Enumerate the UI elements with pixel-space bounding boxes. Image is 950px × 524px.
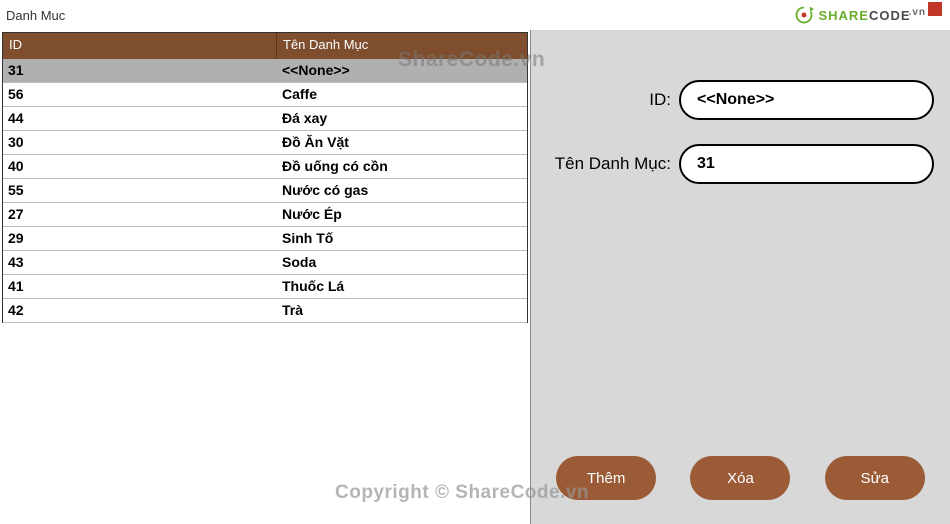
- cell-id: 56: [3, 83, 277, 106]
- logo: SHARECODE.vn: [794, 5, 926, 25]
- cell-name: <<None>>: [277, 59, 527, 82]
- name-label: Tên Danh Mục:: [531, 154, 671, 174]
- cell-id: 43: [3, 251, 277, 274]
- cell-id: 42: [3, 299, 277, 322]
- category-grid[interactable]: ID Tên Danh Mục 31<<None>>56Caffe44Đá xa…: [2, 32, 528, 323]
- cell-id: 29: [3, 227, 277, 250]
- cell-id: 44: [3, 107, 277, 130]
- table-row[interactable]: 56Caffe: [3, 83, 527, 107]
- table-row[interactable]: 40Đồ uống có cồn: [3, 155, 527, 179]
- cell-id: 30: [3, 131, 277, 154]
- edit-button[interactable]: Sửa: [825, 456, 925, 500]
- table-row[interactable]: 29Sinh Tố: [3, 227, 527, 251]
- cell-id: 31: [3, 59, 277, 82]
- logo-icon: [794, 5, 814, 25]
- grid-header: ID Tên Danh Mục: [3, 33, 527, 59]
- cell-id: 41: [3, 275, 277, 298]
- table-row[interactable]: 30Đồ Ăn Vặt: [3, 131, 527, 155]
- id-label: ID:: [531, 90, 671, 110]
- table-row[interactable]: 27Nước Ép: [3, 203, 527, 227]
- table-row[interactable]: 55Nước có gas: [3, 179, 527, 203]
- left-pane: ID Tên Danh Mục 31<<None>>56Caffe44Đá xa…: [0, 30, 531, 524]
- table-row[interactable]: 44Đá xay: [3, 107, 527, 131]
- delete-button[interactable]: Xóa: [690, 456, 790, 500]
- add-button[interactable]: Thêm: [556, 456, 656, 500]
- cell-name: Sinh Tố: [277, 227, 527, 250]
- cell-name: Soda: [277, 251, 527, 274]
- right-pane: ID: Tên Danh Mục: Thêm Xóa Sửa: [531, 30, 950, 524]
- cell-name: Thuốc Lá: [277, 275, 527, 298]
- table-row[interactable]: 42Trà: [3, 299, 527, 323]
- cell-id: 27: [3, 203, 277, 226]
- cell-id: 40: [3, 155, 277, 178]
- table-row[interactable]: 31<<None>>: [3, 59, 527, 83]
- cell-name: Đá xay: [277, 107, 527, 130]
- header-id[interactable]: ID: [3, 33, 277, 59]
- id-field[interactable]: [679, 80, 934, 120]
- window-control-icon[interactable]: [928, 2, 942, 16]
- cell-id: 55: [3, 179, 277, 202]
- cell-name: Đồ Ăn Vặt: [277, 131, 527, 154]
- table-row[interactable]: 41Thuốc Lá: [3, 275, 527, 299]
- cell-name: Caffe: [277, 83, 527, 106]
- header-name[interactable]: Tên Danh Mục: [277, 33, 527, 59]
- window-title: Danh Muc: [6, 8, 65, 23]
- cell-name: Nước Ép: [277, 203, 527, 226]
- cell-name: Đồ uống có cồn: [277, 155, 527, 178]
- cell-name: Trà: [277, 299, 527, 322]
- titlebar: Danh Muc SHARECODE.vn: [0, 0, 950, 30]
- table-row[interactable]: 43Soda: [3, 251, 527, 275]
- cell-name: Nước có gas: [277, 179, 527, 202]
- name-field[interactable]: [679, 144, 934, 184]
